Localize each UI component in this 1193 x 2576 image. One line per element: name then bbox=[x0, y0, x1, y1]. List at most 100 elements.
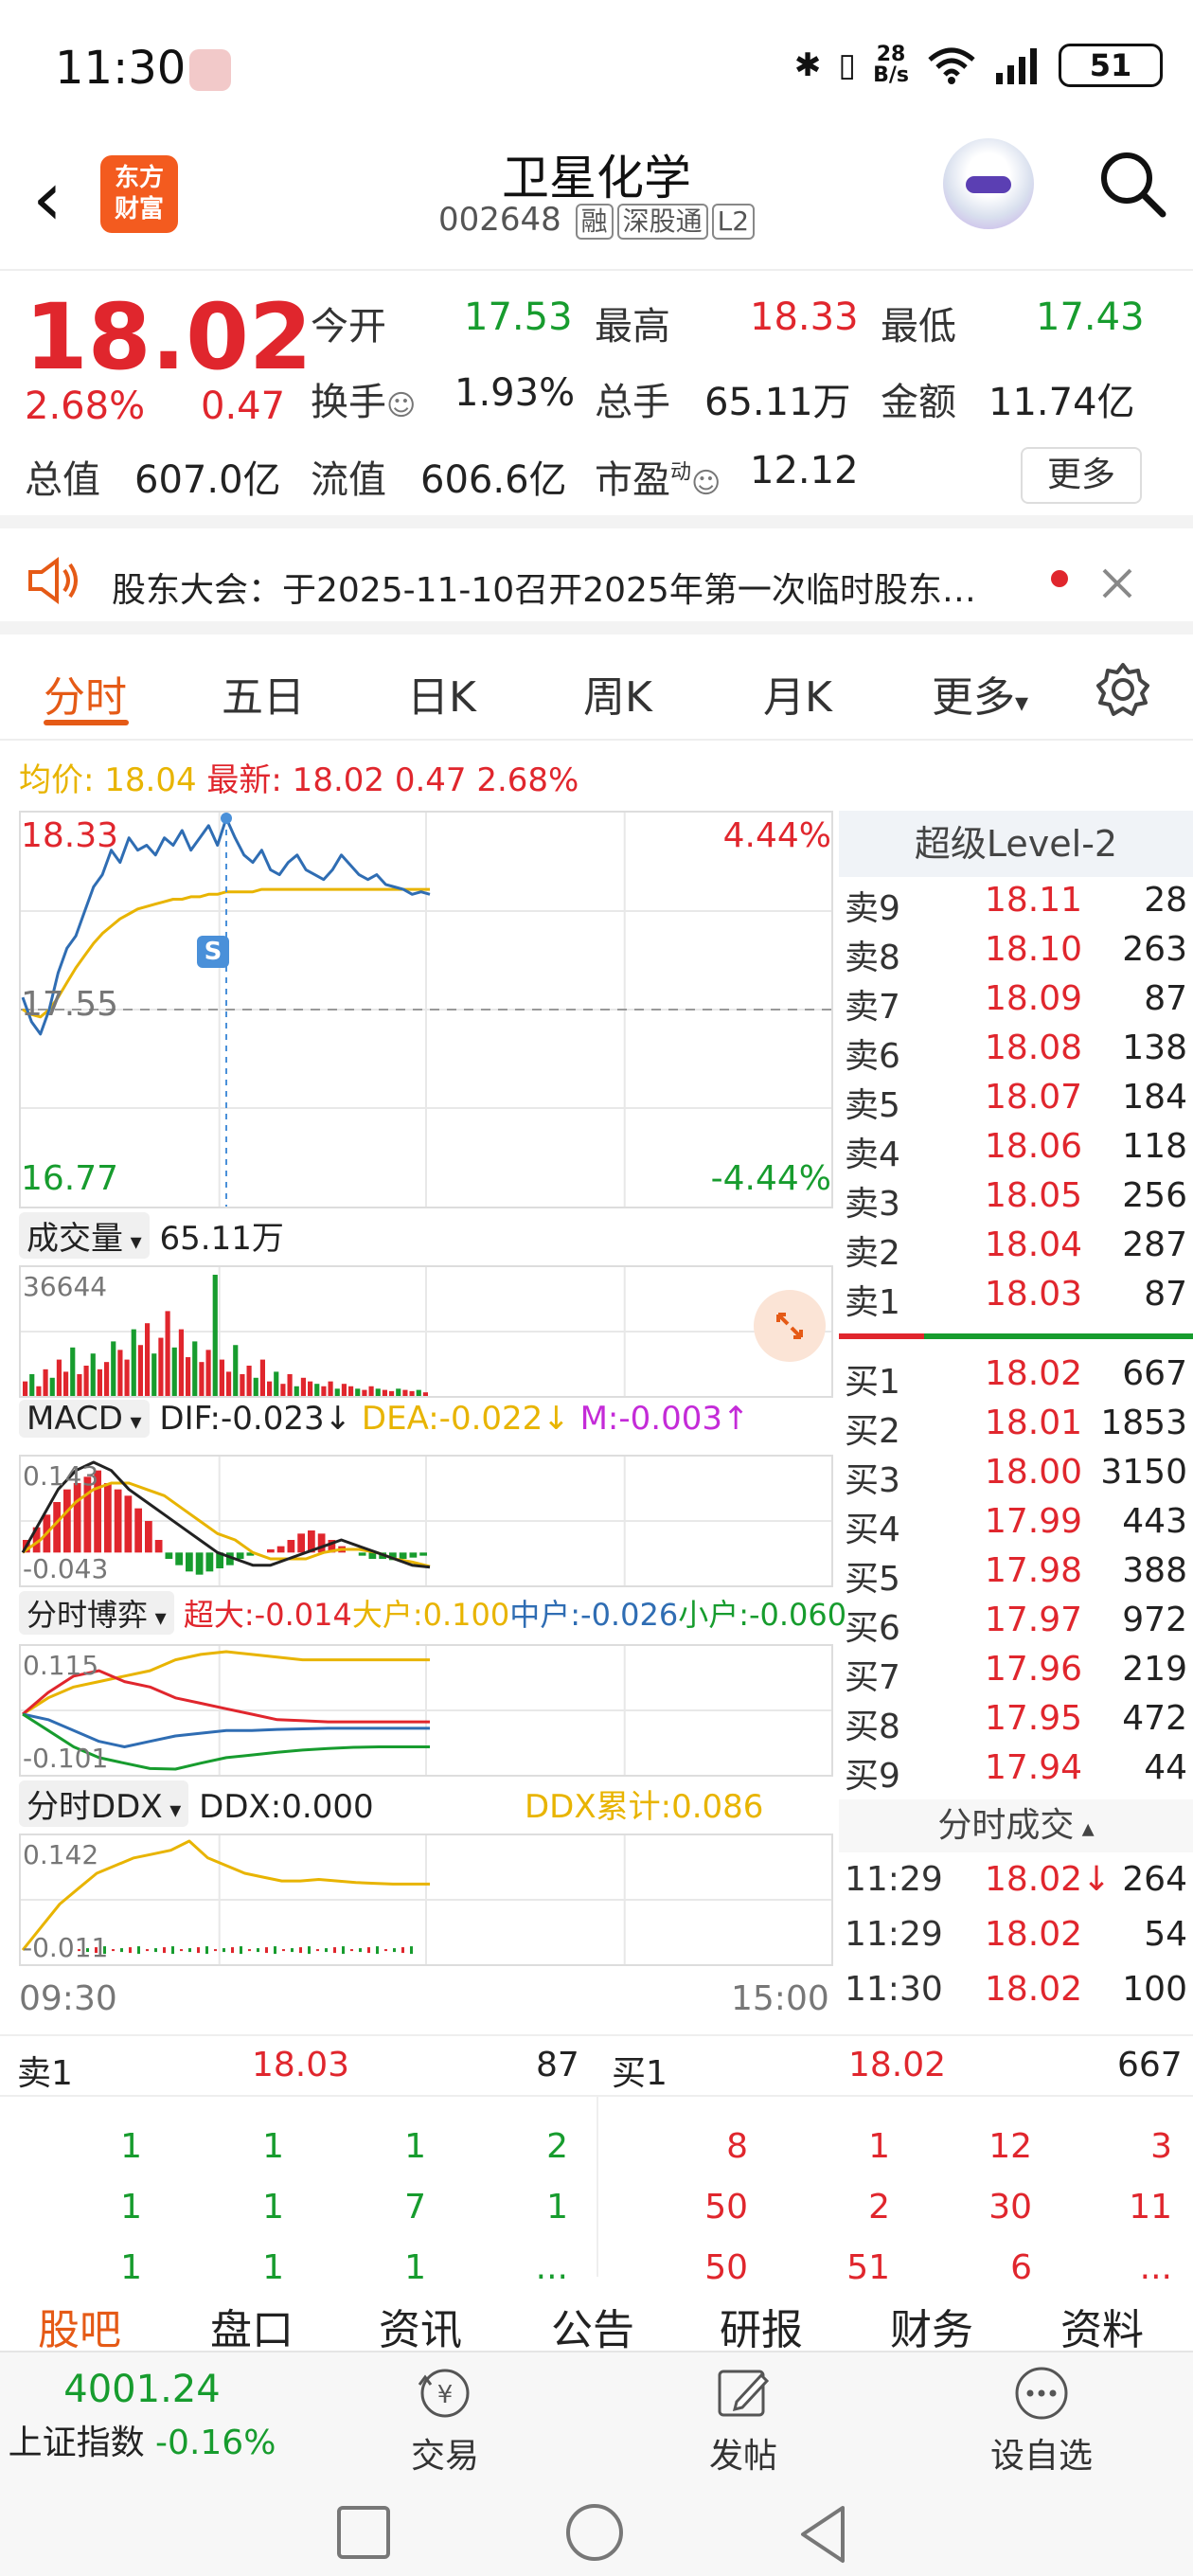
unread-dot bbox=[1051, 570, 1068, 587]
volume-bar bbox=[186, 1357, 191, 1396]
level-volume: 443 bbox=[1122, 1502, 1187, 1541]
ddx-bar bbox=[384, 1949, 387, 1952]
volume-chart[interactable]: 36644 bbox=[19, 1265, 833, 1398]
home-button[interactable] bbox=[566, 2504, 623, 2561]
bid-level-row[interactable]: 买4 17.99 443 bbox=[839, 1502, 1193, 1551]
fullscreen-button[interactable] bbox=[754, 1290, 826, 1362]
bid-level-row[interactable]: 买6 17.97 972 bbox=[839, 1601, 1193, 1650]
tab-daily-k[interactable]: 日K bbox=[407, 663, 476, 724]
volume-value: 65.11万 bbox=[704, 381, 851, 424]
ask-level-row[interactable]: 卖2 18.04 287 bbox=[839, 1225, 1193, 1275]
level-price: 18.11 bbox=[985, 881, 1083, 920]
intraday-chart[interactable]: 18.33 4.44% 17.55 16.77 -4.44% S bbox=[19, 811, 833, 1208]
volume-header: 成交量 ▾ 65.11万 bbox=[19, 1212, 284, 1259]
volume-bar bbox=[212, 1275, 218, 1396]
volume-indicator-select[interactable]: 成交量 ▾ bbox=[19, 1212, 150, 1259]
level-label: 卖2 bbox=[845, 1234, 900, 1273]
ddx-bar bbox=[401, 1947, 404, 1954]
tab-more[interactable]: 更多▾ bbox=[932, 663, 1028, 724]
level-volume: 263 bbox=[1122, 930, 1187, 969]
queue-order-size: 7 bbox=[404, 2188, 426, 2227]
tab-forum[interactable]: 股吧 bbox=[38, 2296, 121, 2356]
tab-weekly-k[interactable]: 周K bbox=[583, 663, 652, 724]
bid-level-row[interactable]: 买5 17.98 388 bbox=[839, 1551, 1193, 1601]
ticks-header[interactable]: 分时成交 ▴ bbox=[839, 1799, 1193, 1852]
notice-bar[interactable]: 股东大会：于2025-11-10召开2025年第一次临时股东… bbox=[0, 530, 1193, 635]
pct-axis-top: 4.44% bbox=[722, 816, 831, 855]
macd-bar bbox=[63, 1489, 71, 1553]
volume-bar bbox=[368, 1386, 374, 1396]
tab-monthly-k[interactable]: 月K bbox=[763, 663, 832, 724]
ask-level-row[interactable]: 卖1 18.03 87 bbox=[839, 1275, 1193, 1324]
ask-level-row[interactable]: 卖5 18.07 184 bbox=[839, 1078, 1193, 1127]
volume-bar bbox=[300, 1377, 306, 1396]
macd-bar bbox=[186, 1552, 193, 1572]
post-button[interactable]: 发帖 bbox=[696, 2362, 791, 2478]
ask-level-row[interactable]: 卖9 18.11 28 bbox=[839, 881, 1193, 930]
ddx-header: 分时DDX ▾ DDX:0.000 bbox=[19, 1780, 374, 1827]
volume-label: 总手 bbox=[595, 381, 670, 424]
info-icon[interactable]: ☺ bbox=[691, 467, 721, 500]
queue-ask-price: 18.03 bbox=[252, 2046, 350, 2084]
ddx-bottom-label: -0.011 bbox=[23, 1932, 109, 1963]
tab-news[interactable]: 资讯 bbox=[379, 2296, 462, 2356]
tab-profile[interactable]: 资料 bbox=[1060, 2296, 1144, 2356]
recent-apps-button[interactable] bbox=[337, 2506, 390, 2559]
bid-level-row[interactable]: 买7 17.96 219 bbox=[839, 1650, 1193, 1699]
volume-bar bbox=[355, 1388, 361, 1396]
volume-bar bbox=[43, 1368, 48, 1396]
volume-bar bbox=[23, 1381, 28, 1396]
macd-chart[interactable]: 0.143 -0.043 bbox=[19, 1455, 833, 1587]
volume-bar bbox=[63, 1371, 69, 1396]
trade-button[interactable]: ¥ 交易 bbox=[398, 2362, 492, 2478]
game-indicator-select[interactable]: 分时博弈 ▾ bbox=[19, 1591, 174, 1635]
index-ticker[interactable]: 4001.24 上证指数 -0.16% bbox=[0, 2368, 284, 2464]
level2-title[interactable]: 超级Level-2 bbox=[839, 811, 1193, 877]
ddx-indicator-select[interactable]: 分时DDX ▾ bbox=[19, 1780, 189, 1827]
index-line: 上证指数 -0.16% bbox=[8, 2424, 276, 2462]
event-marker-s[interactable]: S bbox=[197, 936, 229, 968]
bid-level-row[interactable]: 买8 17.95 472 bbox=[839, 1699, 1193, 1748]
game-chart[interactable]: 0.115 -0.101 bbox=[19, 1644, 833, 1777]
tab-5day[interactable]: 五日 bbox=[222, 663, 305, 724]
tab-finance[interactable]: 财务 bbox=[890, 2296, 973, 2356]
gear-icon[interactable] bbox=[1095, 661, 1151, 718]
volume-bar bbox=[151, 1353, 157, 1396]
ask-level-row[interactable]: 卖7 18.09 87 bbox=[839, 979, 1193, 1029]
ask-level-row[interactable]: 卖3 18.05 256 bbox=[839, 1176, 1193, 1225]
back-nav-icon[interactable] bbox=[795, 2504, 852, 2565]
vibrate-icon: ▯ bbox=[838, 46, 857, 84]
assistant-robot-icon[interactable] bbox=[943, 138, 1034, 229]
tab-intraday[interactable]: 分时 bbox=[44, 663, 127, 724]
ddx-bar bbox=[367, 1947, 370, 1954]
info-icon[interactable]: ☺ bbox=[386, 389, 416, 422]
ask-level-row[interactable]: 卖6 18.08 138 bbox=[839, 1029, 1193, 1078]
price-chart-svg bbox=[21, 813, 831, 1207]
ddx-bar bbox=[410, 1946, 413, 1955]
volume-bar bbox=[416, 1389, 421, 1396]
tag-l2: L2 bbox=[711, 204, 756, 240]
volume-bar bbox=[205, 1350, 211, 1396]
volume-bar bbox=[287, 1373, 293, 1396]
add-watchlist-button[interactable]: 设自选 bbox=[975, 2362, 1108, 2478]
volume-bar bbox=[124, 1359, 130, 1396]
tick-time: 11:30 bbox=[845, 1970, 943, 2009]
tab-announcements[interactable]: 公告 bbox=[551, 2296, 634, 2356]
search-icon[interactable] bbox=[1095, 146, 1170, 222]
ddx-bar bbox=[359, 1948, 362, 1953]
tab-handicap[interactable]: 盘口 bbox=[210, 2296, 294, 2356]
macd-bar bbox=[409, 1552, 418, 1558]
bid-level-row[interactable]: 买9 17.94 44 bbox=[839, 1748, 1193, 1798]
bid-level-row[interactable]: 买1 18.02 667 bbox=[839, 1354, 1193, 1404]
more-quote-button[interactable]: 更多 bbox=[1021, 447, 1142, 504]
bid-level-row[interactable]: 买3 18.00 3150 bbox=[839, 1453, 1193, 1502]
ddx-chart[interactable]: 0.142 -0.011 bbox=[19, 1834, 833, 1966]
close-icon[interactable] bbox=[1098, 564, 1136, 602]
ddx-bar bbox=[214, 1949, 217, 1952]
bid-level-row[interactable]: 买2 18.01 1853 bbox=[839, 1404, 1193, 1453]
tab-research[interactable]: 研报 bbox=[720, 2296, 803, 2356]
ask-level-row[interactable]: 卖8 18.10 263 bbox=[839, 930, 1193, 979]
ask-level-row[interactable]: 卖4 18.06 118 bbox=[839, 1127, 1193, 1176]
volume-bar bbox=[219, 1359, 224, 1396]
macd-indicator-select[interactable]: MACD ▾ bbox=[19, 1400, 150, 1438]
